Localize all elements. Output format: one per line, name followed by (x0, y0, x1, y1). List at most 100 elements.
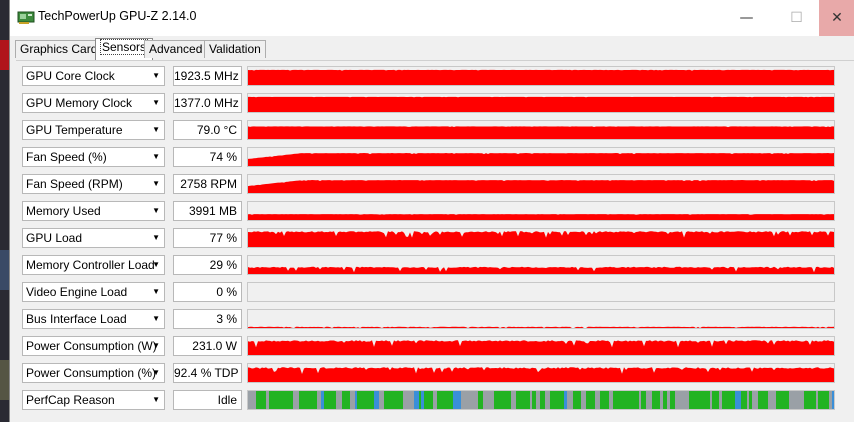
perfcap-segment (749, 391, 752, 409)
perfcap-segment (710, 391, 712, 409)
perfcap-segment (330, 391, 336, 409)
perfcap-segment (379, 391, 384, 409)
sensor-name-dropdown[interactable]: GPU Core Clock ▼ (22, 66, 165, 86)
perfcap-segment (250, 391, 252, 409)
sensor-graph[interactable] (247, 93, 835, 113)
perfcap-segment (804, 391, 806, 409)
perfcap-segment (532, 391, 536, 409)
sensor-name-dropdown[interactable]: Video Engine Load ▼ (22, 282, 165, 302)
perfcap-segment (675, 391, 681, 409)
desktop-fragment (0, 40, 9, 70)
sensor-name: Memory Controller Load (26, 258, 155, 272)
perfcap-segment (827, 391, 829, 409)
perfcap-segment (447, 391, 453, 409)
maximize-button[interactable]: ☐ (774, 0, 819, 36)
perfcap-segment (400, 391, 403, 409)
sensor-name-dropdown[interactable]: Memory Used ▼ (22, 201, 165, 221)
chevron-down-icon: ▼ (152, 206, 160, 215)
perfcap-segment (810, 391, 816, 409)
tab-bar: Graphics Card Sensors Advanced Validatio… (10, 38, 854, 91)
sensor-name-dropdown[interactable]: PerfCap Reason ▼ (22, 390, 165, 410)
sensor-graph[interactable] (247, 147, 835, 167)
perfcap-segment (806, 391, 810, 409)
sensor-graph-area (248, 214, 834, 220)
perfcap-segment (519, 391, 522, 409)
sensor-graph-plot (248, 214, 834, 220)
perfcap-segment (530, 391, 532, 409)
perfcap-segment (315, 391, 317, 409)
minimize-button[interactable]: — (724, 0, 769, 36)
perfcap-segment (646, 391, 652, 409)
tab-advanced[interactable]: Advanced (144, 40, 208, 58)
sensor-graph-plot (248, 180, 834, 193)
perfcap-segment (719, 391, 722, 409)
perfcap-segment (433, 391, 437, 409)
sensor-graph-plot (248, 340, 834, 355)
perfcap-segment (781, 391, 783, 409)
sensor-name-dropdown[interactable]: Fan Speed (RPM) ▼ (22, 174, 165, 194)
sensor-graph[interactable] (247, 255, 835, 275)
sensor-name: Fan Speed (RPM) (26, 177, 123, 191)
sensor-name-dropdown[interactable]: Power Consumption (W) ▼ (22, 336, 165, 356)
perfcap-segment (408, 391, 414, 409)
perfcap-segment (702, 391, 706, 409)
sensor-name-dropdown[interactable]: Bus Interface Load ▼ (22, 309, 165, 329)
perfcap-segment (540, 391, 545, 409)
perfcap-segment (289, 391, 293, 409)
perfcap-segment (816, 391, 818, 409)
sensor-value: 3 % (173, 309, 242, 329)
perfcap-segment (792, 391, 798, 409)
perfcap-segment (500, 391, 503, 409)
sensor-name-dropdown[interactable]: GPU Memory Clock ▼ (22, 93, 165, 113)
sensor-name-dropdown[interactable]: Fan Speed (%) ▼ (22, 147, 165, 167)
perfcap-segment (654, 391, 660, 409)
sensor-graph[interactable] (247, 309, 835, 329)
maximize-icon: ☐ (790, 10, 803, 26)
sensor-graph-plot (248, 266, 834, 274)
perfcap-segment (595, 391, 600, 409)
perfcap-segment (421, 391, 424, 409)
perfcap-segment (708, 391, 710, 409)
sensor-value: 2758 RPM (173, 174, 242, 194)
chevron-down-icon: ▼ (152, 314, 160, 323)
perfcap-segment (635, 391, 639, 409)
sensor-row: Power Consumption (W) ▼ 231.0 W (16, 331, 854, 358)
sensor-graph[interactable] (247, 363, 835, 383)
sensor-graph-area (248, 153, 834, 166)
chevron-down-icon: ▼ (152, 98, 160, 107)
sensor-graph-area (248, 326, 834, 328)
perfcap-segment (768, 391, 772, 409)
perfcap-segment (437, 391, 443, 409)
sensor-graph-area (248, 231, 834, 247)
sensor-graph[interactable] (247, 282, 835, 302)
sensor-value: 1923.5 MHz (173, 66, 242, 86)
perfcap-segment (606, 391, 609, 409)
sensor-name-dropdown[interactable]: Memory Controller Load ▼ (22, 255, 165, 275)
sensor-graph[interactable] (247, 390, 835, 410)
tab-graphics-card[interactable]: Graphics Card (15, 40, 103, 58)
window-title: TechPowerUp GPU-Z 2.14.0 (38, 9, 197, 23)
sensor-name: GPU Load (26, 231, 83, 245)
sensor-graph[interactable] (247, 66, 835, 86)
perfcap-segment (818, 391, 823, 409)
sensor-name-dropdown[interactable]: GPU Load ▼ (22, 228, 165, 248)
sensor-row: GPU Core Clock ▼ 1923.5 MHz (16, 61, 854, 88)
sensor-name-dropdown[interactable]: Power Consumption (%) ▼ (22, 363, 165, 383)
chevron-down-icon: ▼ (152, 341, 160, 350)
sensor-graph[interactable] (247, 228, 835, 248)
close-button[interactable]: ✕ (819, 0, 854, 36)
perfcap-segment (286, 391, 289, 409)
sensor-graph[interactable] (247, 336, 835, 356)
tab-validation[interactable]: Validation (204, 40, 266, 58)
sensor-graph[interactable] (247, 201, 835, 221)
perfcap-segment (667, 391, 670, 409)
sensor-name-dropdown[interactable]: GPU Temperature ▼ (22, 120, 165, 140)
tab-label: Graphics Card (20, 42, 98, 56)
sensor-graph[interactable] (247, 120, 835, 140)
title-bar[interactable]: TechPowerUp GPU-Z 2.14.0 — ☐ ✕ (10, 0, 854, 36)
perfcap-segment (443, 391, 447, 409)
sensor-graph[interactable] (247, 174, 835, 194)
chevron-down-icon: ▼ (152, 395, 160, 404)
desktop-background (0, 0, 9, 422)
perfcap-segment (466, 391, 469, 409)
